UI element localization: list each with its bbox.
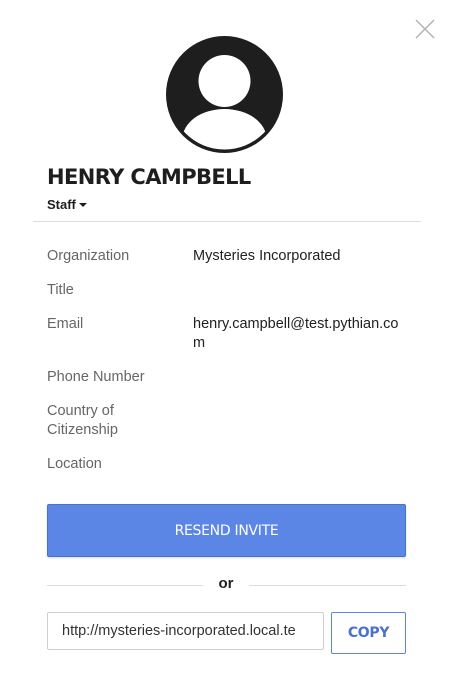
avatar — [166, 36, 283, 153]
field-value: henry.campbell@test.pythian.com — [193, 316, 399, 351]
field-label: Location — [47, 456, 102, 472]
role-label: Staff — [47, 197, 76, 212]
field-label: Title — [47, 282, 74, 298]
header-divider — [33, 221, 421, 222]
close-icon — [415, 19, 435, 39]
field-label: Email — [47, 316, 84, 332]
role-dropdown[interactable]: Staff — [47, 197, 87, 212]
field-label: Country of Citizenship — [47, 403, 118, 438]
or-divider-left — [47, 585, 203, 586]
resend-invite-button[interactable]: RESEND INVITE — [47, 504, 406, 557]
field-label: Organization — [47, 248, 130, 264]
or-divider-right — [249, 585, 406, 586]
profile-name: HENRY CAMPBELL — [47, 165, 251, 189]
or-separator-text: or — [218, 575, 234, 592]
caret-down-icon — [78, 203, 87, 207]
field-label: Phone Number — [47, 369, 145, 385]
invite-link-input[interactable] — [47, 612, 324, 650]
close-button[interactable] — [413, 17, 437, 41]
copy-link-button[interactable]: COPY — [331, 612, 406, 654]
field-value: Mysteries Incorporated — [193, 248, 341, 264]
avatar-person-icon — [166, 36, 283, 153]
